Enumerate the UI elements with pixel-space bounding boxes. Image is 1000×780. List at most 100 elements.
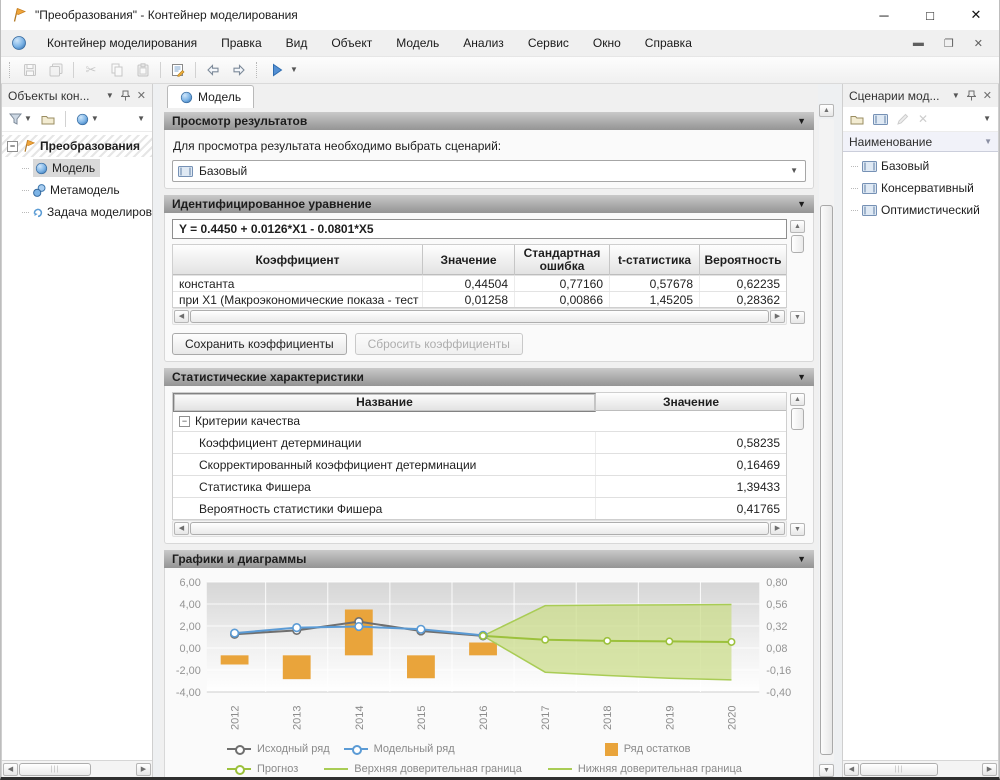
left-splitter[interactable] — [153, 84, 160, 777]
objects-panel-hscrollbar[interactable]: ◀ ||| ▶ — [2, 760, 152, 777]
mdi-restore-button[interactable]: ❐ — [944, 37, 954, 50]
mdi-minimize-button[interactable]: ▬ — [913, 37, 924, 50]
scroll-thumb[interactable] — [791, 235, 804, 253]
mdi-close-button[interactable]: ✕ — [974, 37, 983, 50]
collapse-expander-icon[interactable]: − — [7, 141, 18, 152]
scroll-right-icon[interactable]: ▶ — [770, 310, 785, 323]
legend-original-series[interactable]: Исходный ряд — [227, 743, 330, 755]
tree-item-model[interactable]: Модель — [2, 157, 152, 179]
forward-icon[interactable] — [226, 59, 252, 82]
menu-view[interactable]: Вид — [274, 30, 320, 56]
scenarios-column-header[interactable]: Наименование ▼ — [843, 132, 998, 152]
table-row[interactable]: Скорректированный коэффициент детерминац… — [173, 453, 786, 475]
legend-lower-bound-series[interactable]: Нижняя доверительная граница — [548, 763, 742, 775]
scroll-right-icon[interactable]: ▶ — [770, 522, 785, 535]
menu-object[interactable]: Объект — [319, 30, 384, 56]
scroll-thumb[interactable]: ||| — [19, 763, 91, 776]
tree-item-transformations[interactable]: − Преобразования — [2, 135, 152, 157]
col-probability[interactable]: Вероятность — [700, 245, 786, 275]
scroll-thumb[interactable]: ||| — [860, 763, 938, 776]
list-item-optimistic[interactable]: Оптимистический — [843, 199, 998, 221]
add-scenario-button[interactable] — [870, 112, 891, 127]
window-minimize-button[interactable]: ─ — [861, 0, 907, 30]
section-stats-header[interactable]: Статистические характеристики ▼ — [164, 368, 814, 386]
panel-menu-arrow-icon[interactable]: ▼ — [952, 92, 960, 100]
legend-forecast-series[interactable]: Прогноз — [227, 763, 298, 775]
list-item-conservative[interactable]: Консервативный — [843, 177, 998, 199]
edit-note-icon[interactable] — [165, 59, 191, 82]
legend-residuals-series[interactable]: Ряд остатков — [605, 743, 691, 756]
scroll-left-icon[interactable]: ◀ — [174, 522, 189, 535]
table-row[interactable]: константа 0,44504 0,77160 0,57678 0,6223… — [173, 275, 786, 291]
pin-icon[interactable] — [121, 90, 130, 101]
menu-help[interactable]: Справка — [633, 30, 704, 56]
delete-scenario-button[interactable]: ✕ — [915, 110, 931, 128]
scroll-left-icon[interactable]: ◀ — [844, 763, 859, 776]
save-coefficients-button[interactable]: Сохранить коэффициенты — [172, 333, 347, 355]
legend-upper-bound-series[interactable]: Верхняя доверительная граница — [324, 763, 522, 775]
menu-analysis[interactable]: Анализ — [451, 30, 516, 56]
list-item-base[interactable]: Базовый — [843, 155, 998, 177]
panel-close-icon[interactable]: ✕ — [983, 89, 992, 102]
tab-model[interactable]: Модель — [167, 85, 254, 108]
section-equation-header[interactable]: Идентифицированное уравнение ▼ — [164, 195, 814, 213]
collapse-arrow-icon[interactable]: ▼ — [797, 116, 806, 126]
window-close-button[interactable]: ✕ — [953, 0, 999, 30]
legend-model-series[interactable]: Модельный ряд — [344, 743, 455, 755]
scroll-thumb[interactable] — [791, 408, 804, 430]
collapse-arrow-icon[interactable]: ▼ — [797, 199, 806, 209]
scroll-right-icon[interactable]: ▶ — [982, 763, 997, 776]
panel-close-icon[interactable]: ✕ — [137, 89, 146, 102]
col-std-error[interactable]: Стандартная ошибка — [515, 245, 610, 275]
menu-window[interactable]: Окно — [581, 30, 633, 56]
scroll-up-icon[interactable]: ▲ — [819, 104, 834, 117]
scroll-left-icon[interactable]: ◀ — [3, 763, 18, 776]
run-dropdown-arrow[interactable]: ▼ — [290, 66, 298, 74]
scenario-combobox[interactable]: Базовый ▼ — [172, 160, 806, 182]
col-value[interactable]: Значение — [423, 245, 515, 275]
table-row[interactable]: Статистика Фишера 1,39433 — [173, 475, 786, 497]
menu-container[interactable]: Контейнер моделирования — [35, 30, 209, 56]
table-row[interactable]: при X1 (Макроэкономические показа - тест… — [173, 291, 786, 307]
scroll-right-icon[interactable]: ▶ — [136, 763, 151, 776]
col-value[interactable]: Значение — [596, 393, 786, 412]
save-all-button[interactable] — [43, 59, 69, 82]
tree-item-modeling-task[interactable]: Задача моделиров — [2, 201, 152, 223]
section-results-header[interactable]: Просмотр результатов ▼ — [164, 112, 814, 130]
coefficients-hscrollbar[interactable]: ◀ ▶ — [172, 308, 787, 325]
filter-button[interactable]: ▼ — [6, 111, 35, 127]
stats-table-header[interactable]: Название Значение — [173, 393, 786, 411]
table-row[interactable]: Коэффициент детерминации 0,58235 — [173, 431, 786, 453]
scroll-thumb[interactable] — [190, 310, 769, 323]
coefficients-table-header[interactable]: Коэффициент Значение Стандартная ошибка … — [173, 245, 786, 275]
window-maximize-button[interactable]: □ — [907, 0, 953, 30]
scroll-thumb[interactable] — [820, 205, 833, 755]
panel-toolbar-overflow-arrow[interactable]: ▼ — [983, 115, 994, 123]
panel-toolbar-overflow-arrow[interactable]: ▼ — [137, 115, 148, 123]
back-icon[interactable] — [200, 59, 226, 82]
stats-hscrollbar[interactable]: ◀ ▶ — [172, 520, 787, 537]
folder-button[interactable] — [847, 112, 867, 127]
pin-icon[interactable] — [967, 90, 976, 101]
object-type-button[interactable]: ▼ — [73, 111, 102, 128]
collapse-expander-icon[interactable]: − — [179, 416, 190, 427]
scroll-thumb[interactable] — [190, 522, 769, 535]
right-splitter[interactable] — [835, 84, 842, 777]
paste-icon[interactable] — [130, 59, 156, 82]
run-icon[interactable] — [264, 59, 290, 82]
scroll-down-icon[interactable]: ▼ — [790, 523, 805, 536]
stats-vscrollbar[interactable]: ▲ ▼ — [789, 392, 806, 537]
folder-button[interactable] — [38, 112, 58, 127]
collapse-arrow-icon[interactable]: ▼ — [797, 554, 806, 564]
scroll-track[interactable] — [819, 119, 834, 762]
section-charts-header[interactable]: Графики и диаграммы ▼ — [164, 550, 814, 568]
stats-group-row[interactable]: −Критерии качества — [173, 411, 786, 431]
cut-icon[interactable]: ✂ — [78, 59, 104, 82]
scroll-left-icon[interactable]: ◀ — [174, 310, 189, 323]
coefficients-vscrollbar[interactable]: ▲ ▼ — [789, 219, 806, 325]
combo-dropdown-arrow[interactable]: ▼ — [790, 167, 800, 175]
menu-service[interactable]: Сервис — [516, 30, 581, 56]
col-t-stat[interactable]: t-статистика — [610, 245, 700, 275]
col-coefficient[interactable]: Коэффициент — [173, 245, 423, 275]
tree-item-metamodel[interactable]: Метамодель — [2, 179, 152, 201]
